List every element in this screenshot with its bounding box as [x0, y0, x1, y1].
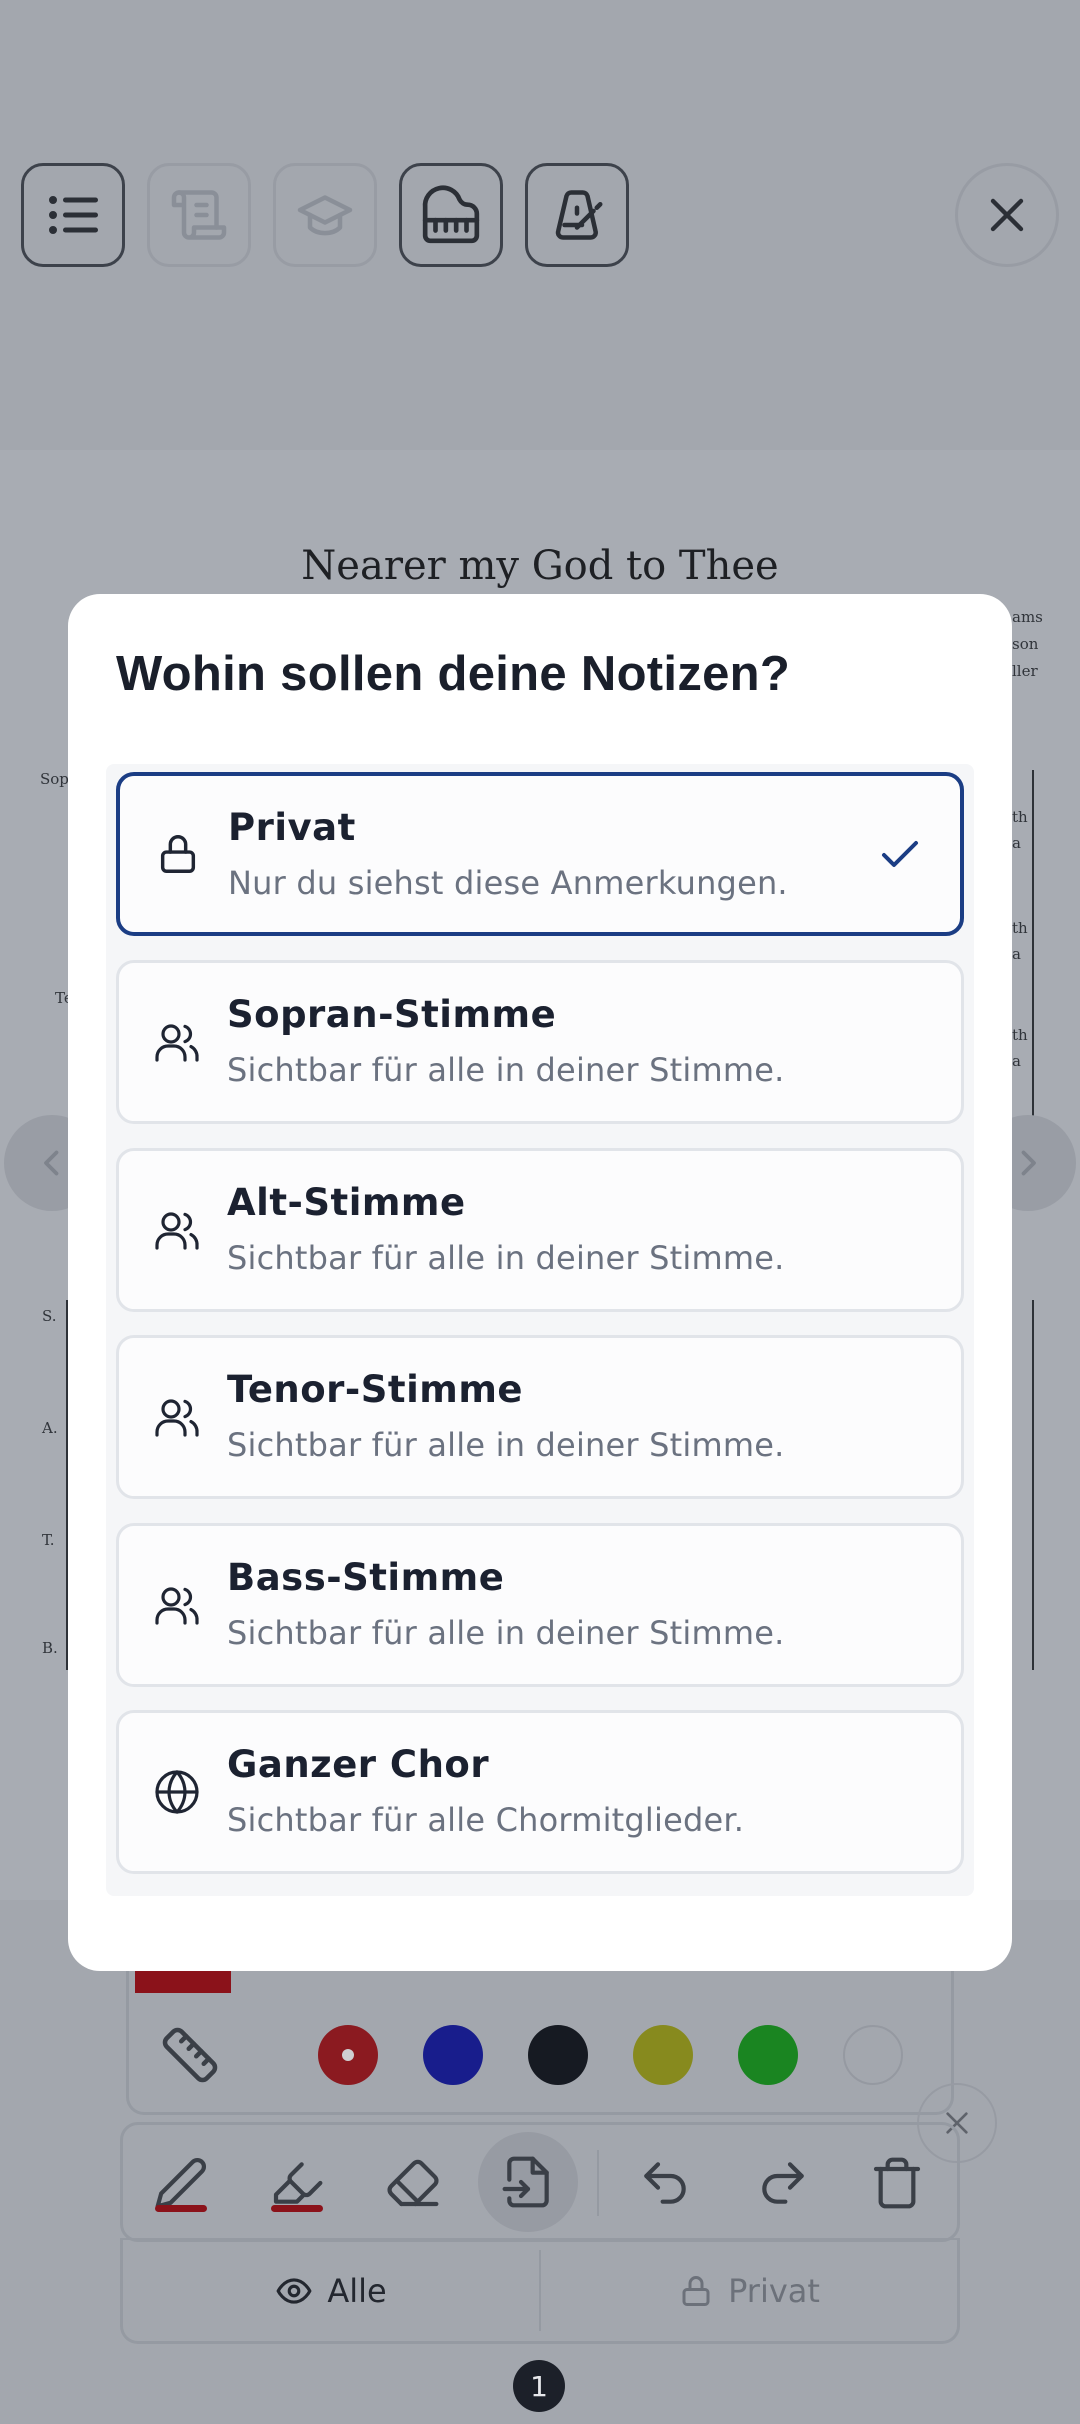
list-icon — [49, 196, 98, 234]
credit-line: son — [1012, 635, 1039, 653]
credit-line: ams — [1012, 608, 1043, 626]
metronome-icon — [555, 190, 603, 240]
highlighter-icon — [273, 2162, 323, 2204]
dialog-title: Wohin sollen deine Notizen? — [116, 647, 791, 701]
pencil-tool-button[interactable] — [136, 2138, 226, 2228]
undo-icon — [644, 2162, 686, 2204]
part-label: S. — [42, 1307, 57, 1325]
color-swatch-yellow[interactable] — [633, 2025, 693, 2085]
undo-button[interactable] — [620, 2138, 710, 2228]
sheet-title: Nearer my God to Thee — [301, 543, 779, 589]
mode-all-label: Alle — [327, 2271, 387, 2310]
barline — [1032, 770, 1034, 1120]
option-description: Sichtbar für alle Chormitglieder. — [227, 1801, 745, 1839]
part-label: A. — [42, 1419, 58, 1437]
mode-private-button[interactable]: Privat — [541, 2240, 957, 2341]
option-soprano[interactable]: Sopran-Stimme Sichtbar für alle in deine… — [116, 960, 964, 1124]
pencil-active-underline — [155, 2205, 207, 2212]
option-title: Ganzer Chor — [227, 1743, 490, 1786]
eraser-icon — [387, 2159, 439, 2207]
toolbar-divider — [597, 2150, 599, 2216]
part-label: T. — [42, 1531, 55, 1549]
option-title: Tenor-Stimme — [227, 1368, 524, 1411]
chevron-right-icon — [1021, 1150, 1036, 1176]
highlighter-underline — [271, 2205, 323, 2212]
option-whole-choir[interactable]: Ganzer Chor Sichtbar für alle Chormitgli… — [116, 1710, 964, 1874]
users-icon — [153, 1018, 201, 1066]
option-description: Sichtbar für alle in deiner Stimme. — [227, 1239, 785, 1277]
file-export-icon — [502, 2156, 549, 2208]
trash-icon — [873, 2157, 921, 2209]
barline — [1032, 1300, 1034, 1670]
option-description: Sichtbar für alle in deiner Stimme. — [227, 1051, 785, 1089]
color-swatch-blue[interactable] — [423, 2025, 483, 2085]
option-title: Bass-Stimme — [227, 1556, 505, 1599]
option-description: Sichtbar für alle in deiner Stimme. — [227, 1614, 785, 1652]
color-swatch-green[interactable] — [738, 2025, 798, 2085]
mode-all-button[interactable]: Alle — [123, 2240, 539, 2341]
redo-icon — [762, 2162, 804, 2204]
eye-icon — [276, 2277, 312, 2304]
lyric-fragment: a — [1012, 945, 1021, 963]
option-title: Alt-Stimme — [227, 1181, 466, 1224]
scroll-button[interactable] — [147, 163, 251, 267]
option-title: Privat — [228, 806, 356, 849]
visibility-mode-row: Alle Privat — [120, 2238, 960, 2344]
selected-indicator — [342, 2049, 354, 2061]
delete-button[interactable] — [852, 2138, 942, 2228]
lock-icon — [154, 830, 202, 878]
visibility-dialog: Wohin sollen deine Notizen? Privat Nur d… — [68, 594, 1012, 1971]
eraser-tool-button[interactable] — [368, 2138, 458, 2228]
color-swatch-white[interactable] — [843, 2025, 903, 2085]
learn-button[interactable] — [273, 163, 377, 267]
export-button[interactable] — [478, 2132, 578, 2232]
piano-button[interactable] — [399, 163, 503, 267]
lyric-fragment: th — [1012, 1026, 1028, 1044]
pencil-icon — [155, 2158, 206, 2209]
check-icon — [876, 830, 924, 878]
part-label: B. — [42, 1639, 58, 1657]
option-bass[interactable]: Bass-Stimme Sichtbar für alle in deiner … — [116, 1523, 964, 1687]
lyric-fragment: th — [1012, 808, 1028, 826]
lyric-fragment: a — [1012, 834, 1021, 852]
redo-button[interactable] — [738, 2138, 828, 2228]
option-alto[interactable]: Alt-Stimme Sichtbar für alle in deiner S… — [116, 1148, 964, 1312]
users-icon — [153, 1581, 201, 1629]
metronome-button[interactable] — [525, 163, 629, 267]
color-swatch-black[interactable] — [528, 2025, 588, 2085]
option-description: Nur du siehst diese Anmerkungen. — [228, 864, 788, 902]
ruler-icon — [162, 2027, 218, 2083]
option-tenor[interactable]: Tenor-Stimme Sichtbar für alle in deiner… — [116, 1335, 964, 1499]
close-sheet-button[interactable] — [955, 163, 1059, 267]
option-private[interactable]: Privat Nur du siehst diese Anmerkungen. — [116, 772, 964, 936]
color-swatch-red[interactable] — [318, 2025, 378, 2085]
lyric-fragment: th — [1012, 919, 1028, 937]
ruler-button[interactable] — [160, 2025, 220, 2085]
users-icon — [153, 1393, 201, 1441]
scroll-icon — [171, 190, 227, 240]
globe-icon — [153, 1768, 201, 1816]
close-icon — [990, 198, 1024, 232]
graduation-cap-icon — [297, 195, 353, 236]
users-icon — [153, 1206, 201, 1254]
list-button[interactable] — [21, 163, 125, 267]
lyric-fragment: a — [1012, 1052, 1021, 1070]
credit-line: ller — [1012, 662, 1038, 680]
highlighter-tool-button[interactable] — [252, 2138, 342, 2228]
piano-icon — [422, 185, 480, 244]
option-title: Sopran-Stimme — [227, 993, 557, 1036]
option-description: Sichtbar für alle in deiner Stimme. — [227, 1426, 785, 1464]
chevron-left-icon — [44, 1150, 59, 1176]
lock-icon — [682, 2275, 710, 2306]
page-number-badge: 1 — [513, 2360, 565, 2412]
mode-private-label: Privat — [728, 2271, 820, 2310]
